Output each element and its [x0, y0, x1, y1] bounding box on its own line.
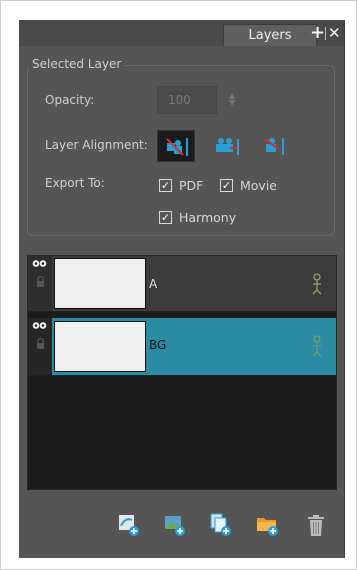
add-bitmap-layer-icon[interactable] — [162, 512, 188, 538]
layer-name[interactable]: BG — [149, 338, 166, 352]
export-movie-checkbox[interactable]: ✓ Movie — [220, 178, 277, 193]
export-pdf-label: PDF — [179, 178, 204, 193]
opacity-label: Opacity: — [45, 93, 95, 107]
layer-thumbnail — [54, 258, 146, 309]
peg-icon[interactable] — [311, 273, 323, 295]
opacity-field[interactable] — [157, 86, 217, 114]
layer-alignment-label: Layer Alignment: — [45, 138, 148, 152]
close-icon[interactable]: ✕ — [328, 25, 342, 41]
align-right-icon — [264, 138, 284, 155]
layer-row-bg[interactable]: BG — [28, 318, 336, 376]
add-vector-layer-icon[interactable] — [116, 512, 142, 538]
export-movie-label: Movie — [240, 178, 277, 193]
layer-gutter — [28, 318, 52, 375]
layers-panel: Layers + ✕ Selected Layer Opacity: ▲▼ La… — [19, 20, 345, 558]
tab-layers[interactable]: Layers — [223, 24, 317, 46]
screenshot-frame: Layers + ✕ Selected Layer Opacity: ▲▼ La… — [0, 0, 357, 570]
export-harmony-checkbox[interactable]: ✓ Harmony — [159, 210, 236, 225]
duplicate-layer-icon[interactable] — [208, 512, 234, 538]
layer-name[interactable]: A — [149, 277, 157, 291]
layer-gutter — [28, 256, 52, 311]
checkmark-icon: ✓ — [159, 211, 172, 224]
lock-icon[interactable] — [36, 276, 45, 288]
export-pdf-checkbox[interactable]: ✓ PDF — [159, 178, 203, 193]
spinner-arrows-icon[interactable]: ▲ ▼ — [229, 92, 237, 107]
lock-icon[interactable] — [36, 338, 45, 350]
align-left-icon — [166, 138, 188, 156]
visibility-eye-icon[interactable] — [32, 321, 47, 330]
layer-thumbnail — [54, 321, 146, 372]
tab-actions-separator — [325, 27, 326, 40]
add-group-icon[interactable] — [255, 512, 281, 538]
selected-layer-title: Selected Layer — [29, 57, 125, 71]
align-center-icon — [216, 138, 239, 155]
checkmark-icon: ✓ — [220, 179, 233, 192]
plus-icon[interactable]: + — [310, 24, 325, 42]
export-harmony-label: Harmony — [179, 210, 237, 225]
align-left-button[interactable] — [157, 130, 195, 162]
layer-list[interactable]: A BG — [27, 255, 337, 490]
layer-toolbar — [19, 506, 344, 546]
delete-layer-icon[interactable] — [303, 512, 329, 538]
visibility-eye-icon[interactable] — [32, 259, 47, 268]
checkmark-icon: ✓ — [159, 179, 172, 192]
align-right-button[interactable] — [255, 130, 293, 162]
peg-icon[interactable] — [311, 335, 323, 357]
align-center-button[interactable] — [207, 130, 245, 162]
export-to-label: Export To: — [45, 176, 105, 190]
panel-tab-bar: Layers + ✕ — [19, 20, 344, 46]
layer-row-a[interactable]: A — [28, 256, 336, 312]
